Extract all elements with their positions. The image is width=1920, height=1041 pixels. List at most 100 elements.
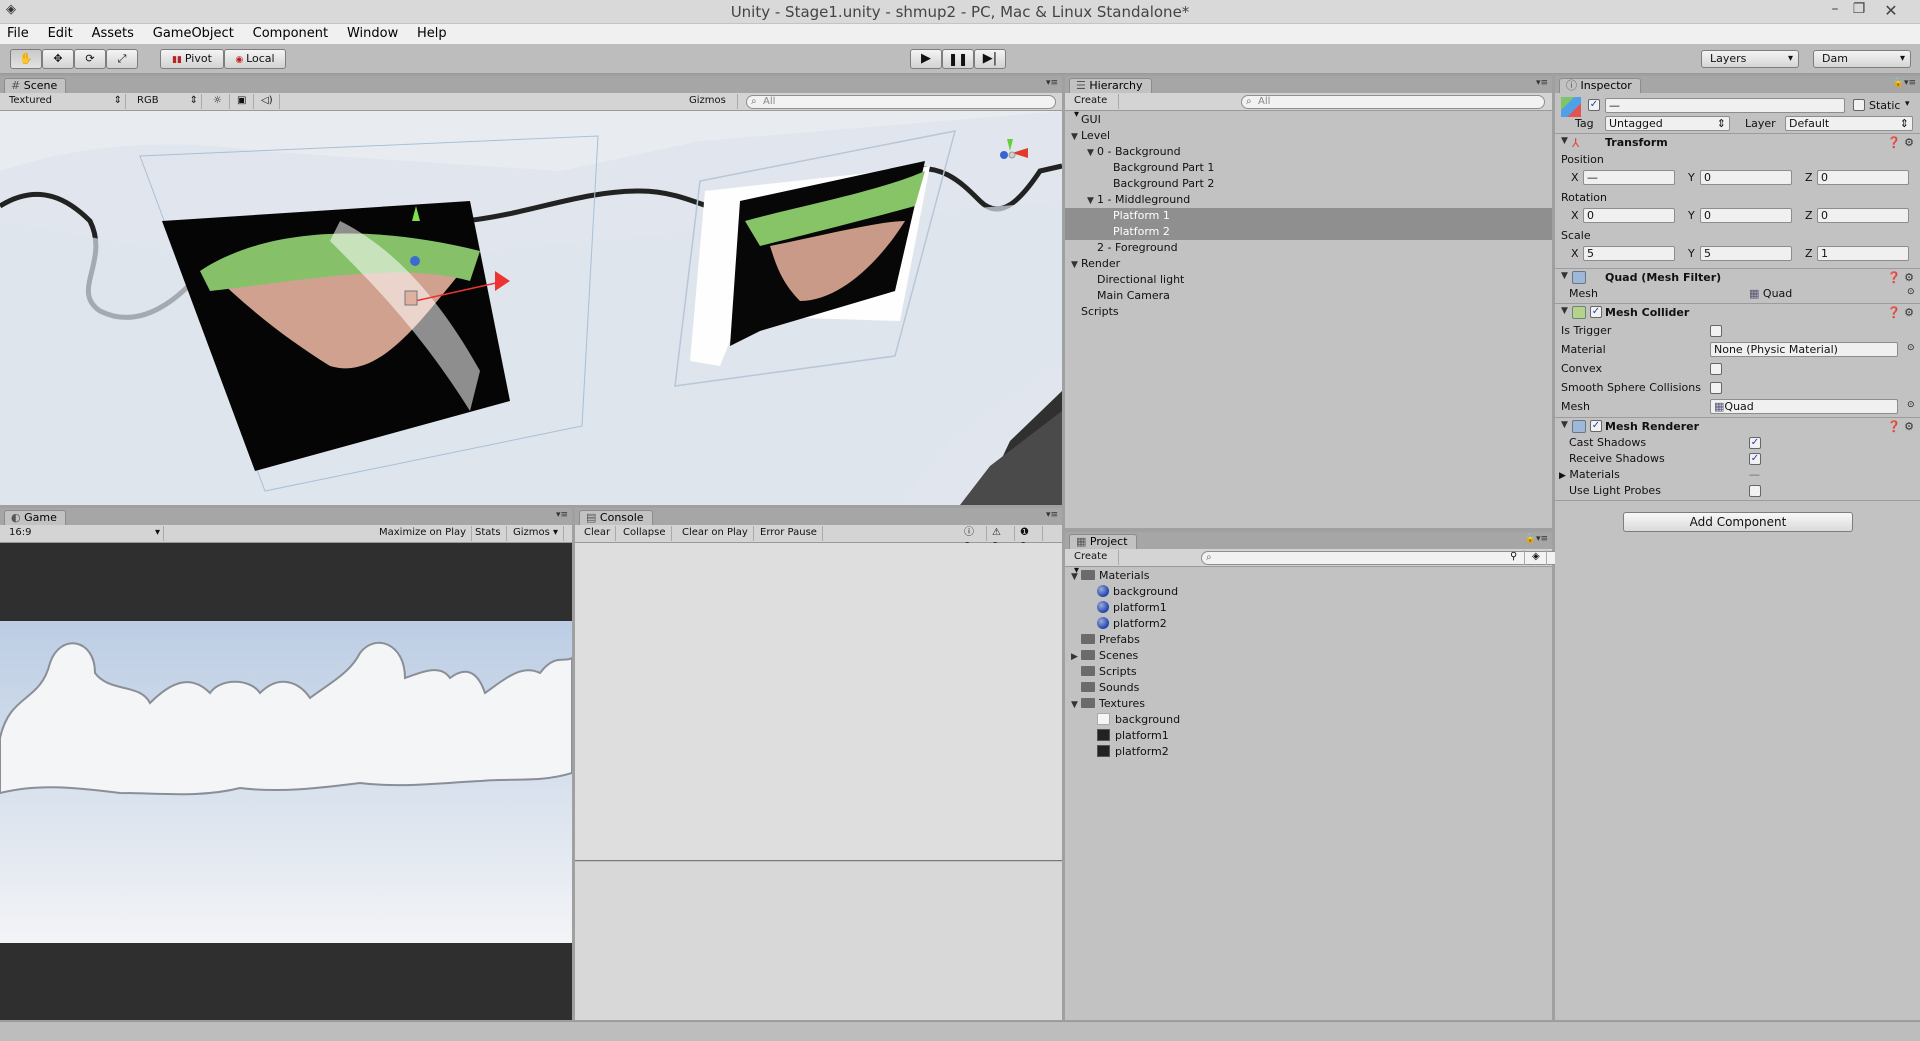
hierarchy-create-dropdown[interactable]: Create ▾ (1069, 94, 1119, 120)
transform-header[interactable]: ▼ ⅄ Transform ❓ ⚙ (1555, 133, 1920, 151)
lock-icon[interactable]: 🔒▾≡ (1525, 534, 1548, 544)
collapse-toggle[interactable]: Collapse (618, 526, 672, 541)
hierarchy-item[interactable]: ▼ Render (1065, 256, 1552, 272)
expand-arrow-icon[interactable]: ▼ (1087, 193, 1097, 209)
hierarchy-item[interactable]: ▼ 1 - Middleground (1065, 192, 1552, 208)
console-log-list[interactable] (575, 543, 1062, 861)
tab-project[interactable]: ▦ Project (1069, 534, 1137, 549)
mesh-value[interactable]: ▦ Quad (1749, 287, 1792, 300)
materials-foldout[interactable]: ▶ Materials (1559, 468, 1620, 481)
layer-dropdown[interactable]: Default ⇕ (1785, 116, 1913, 131)
static-checkbox[interactable] (1853, 99, 1865, 111)
expand-arrow-icon[interactable]: ▼ (1071, 129, 1081, 145)
scene-search-input[interactable]: All (746, 95, 1056, 109)
maximize-on-play-toggle[interactable]: Maximize on Play (374, 526, 473, 541)
move-tool-icon[interactable]: ✥ (42, 49, 74, 69)
cast-shadows-checkbox[interactable]: ✓ (1749, 437, 1761, 449)
expand-arrow-icon[interactable]: ▼ (1071, 569, 1081, 585)
project-create-dropdown[interactable]: Create ▾ (1069, 550, 1119, 576)
project-item[interactable]: Scripts (1065, 664, 1552, 680)
hierarchy-item[interactable]: Background Part 1 (1065, 160, 1552, 176)
rotation-x-field[interactable]: 0 (1583, 208, 1675, 223)
expand-arrow-icon[interactable]: ▶ (1071, 649, 1081, 665)
hierarchy-item[interactable]: Scripts (1065, 304, 1552, 320)
mesh-collider-header[interactable]: ▼ ✓ Mesh Collider ❓ ⚙ (1555, 303, 1920, 321)
tag-dropdown[interactable]: Untagged ⇕ (1605, 116, 1730, 131)
active-checkbox[interactable]: ✓ (1588, 99, 1600, 111)
project-item[interactable]: platform2 (1065, 616, 1552, 632)
expand-arrow-icon[interactable]: ▼ (1087, 145, 1097, 161)
menu-component[interactable]: Component (253, 24, 328, 44)
panel-menu-icon[interactable]: ▾≡ (1536, 78, 1548, 88)
rotation-y-field[interactable]: 0 (1700, 208, 1792, 223)
project-item[interactable]: platform2 (1065, 744, 1552, 760)
rotation-z-field[interactable]: 0 (1817, 208, 1909, 223)
project-item[interactable]: ▶ Scenes (1065, 648, 1552, 664)
hierarchy-item[interactable]: GUI (1065, 112, 1552, 128)
pause-button[interactable]: ❚❚ (942, 49, 974, 69)
hierarchy-item[interactable]: 2 - Foreground (1065, 240, 1552, 256)
receive-shadows-checkbox[interactable]: ✓ (1749, 453, 1761, 465)
project-item[interactable]: platform1 (1065, 728, 1552, 744)
tab-inspector[interactable]: ⓘ Inspector (1559, 78, 1641, 93)
expand-arrow-icon[interactable]: ▼ (1071, 697, 1081, 713)
smooth-sphere-checkbox[interactable] (1710, 382, 1722, 394)
rotate-tool-icon[interactable]: ⟳ (74, 49, 106, 69)
object-name-field[interactable]: — (1605, 98, 1845, 113)
is-trigger-checkbox[interactable] (1710, 325, 1722, 337)
light-probes-checkbox[interactable] (1749, 485, 1761, 497)
warning-filter-toggle[interactable]: ⚠ 0 (987, 526, 1015, 552)
project-item[interactable]: background (1065, 584, 1552, 600)
object-picker-icon[interactable]: ⊙ (1907, 343, 1915, 353)
tab-hierarchy[interactable]: ☰ Hierarchy (1069, 78, 1152, 93)
panel-menu-icon[interactable]: ▾≡ (1046, 78, 1058, 88)
project-item[interactable]: ▼ Textures (1065, 696, 1552, 712)
menu-file[interactable]: File (7, 24, 29, 44)
restore-icon[interactable]: ❐ (1846, 1, 1872, 17)
image-toggle-icon[interactable]: ▣ (232, 94, 254, 109)
hierarchy-item[interactable]: Directional light (1065, 272, 1552, 288)
pivot-button[interactable]: ▮▮ Pivot (160, 49, 224, 69)
position-y-field[interactable]: 0 (1700, 170, 1792, 185)
mesh-renderer-header[interactable]: ▼ ✓ Mesh Renderer ❓ ⚙ (1555, 417, 1920, 435)
menu-window[interactable]: Window (347, 24, 398, 44)
error-filter-toggle[interactable]: ❶ 0 (1015, 526, 1043, 552)
object-picker-icon[interactable]: ⊙ (1907, 400, 1915, 410)
project-item[interactable]: background (1065, 712, 1552, 728)
collapse-icon[interactable]: ▼ (1561, 136, 1568, 146)
add-component-button[interactable]: Add Component (1623, 512, 1853, 532)
position-z-field[interactable]: 0 (1817, 170, 1909, 185)
component-menu-icon[interactable]: ❓ ⚙ (1887, 136, 1914, 149)
clear-button[interactable]: Clear (579, 526, 617, 541)
hierarchy-search-input[interactable]: All (1241, 95, 1545, 109)
hierarchy-item[interactable]: Platform 1 (1065, 208, 1552, 224)
menu-gameobject[interactable]: GameObject (153, 24, 234, 44)
convex-checkbox[interactable] (1710, 363, 1722, 375)
object-picker-icon[interactable]: ⊙ (1907, 287, 1915, 297)
tab-game[interactable]: ◐ Game (4, 510, 66, 525)
scene-gizmos-dropdown[interactable]: Gizmos ▾ (684, 94, 738, 120)
position-x-field[interactable]: — (1583, 170, 1675, 185)
shading-mode-dropdown[interactable]: Textured ⇕ (4, 94, 126, 109)
hierarchy-item[interactable]: ▼ 0 - Background (1065, 144, 1552, 160)
filter-label-icon[interactable]: ◈ (1527, 550, 1547, 565)
panel-menu-icon[interactable]: ▾≡ (556, 510, 568, 520)
hierarchy-item[interactable]: ▼ Level (1065, 128, 1552, 144)
menu-help[interactable]: Help (417, 24, 447, 44)
scale-y-field[interactable]: 5 (1700, 246, 1792, 261)
clear-on-play-toggle[interactable]: Clear on Play (677, 526, 754, 541)
hierarchy-item[interactable]: Platform 2 (1065, 224, 1552, 240)
hand-tool-icon[interactable]: ✋ (10, 49, 42, 69)
game-gizmos-dropdown[interactable]: Gizmos ▾ (508, 526, 565, 541)
layers-dropdown[interactable]: Layers (1701, 50, 1799, 68)
hierarchy-item[interactable]: Background Part 2 (1065, 176, 1552, 192)
layout-dropdown[interactable]: Dam (1813, 50, 1911, 68)
lighting-toggle-icon[interactable]: ☼ (208, 94, 230, 109)
hierarchy-item[interactable]: Main Camera (1065, 288, 1552, 304)
minimize-icon[interactable]: – (1822, 1, 1848, 17)
audio-toggle-icon[interactable]: ◁) (256, 94, 280, 109)
scale-tool-icon[interactable]: ⤢ (106, 49, 138, 69)
step-button[interactable]: ▶| (974, 49, 1006, 69)
physic-material-field[interactable]: None (Physic Material) (1710, 342, 1898, 357)
scene-viewport[interactable] (0, 111, 1062, 505)
